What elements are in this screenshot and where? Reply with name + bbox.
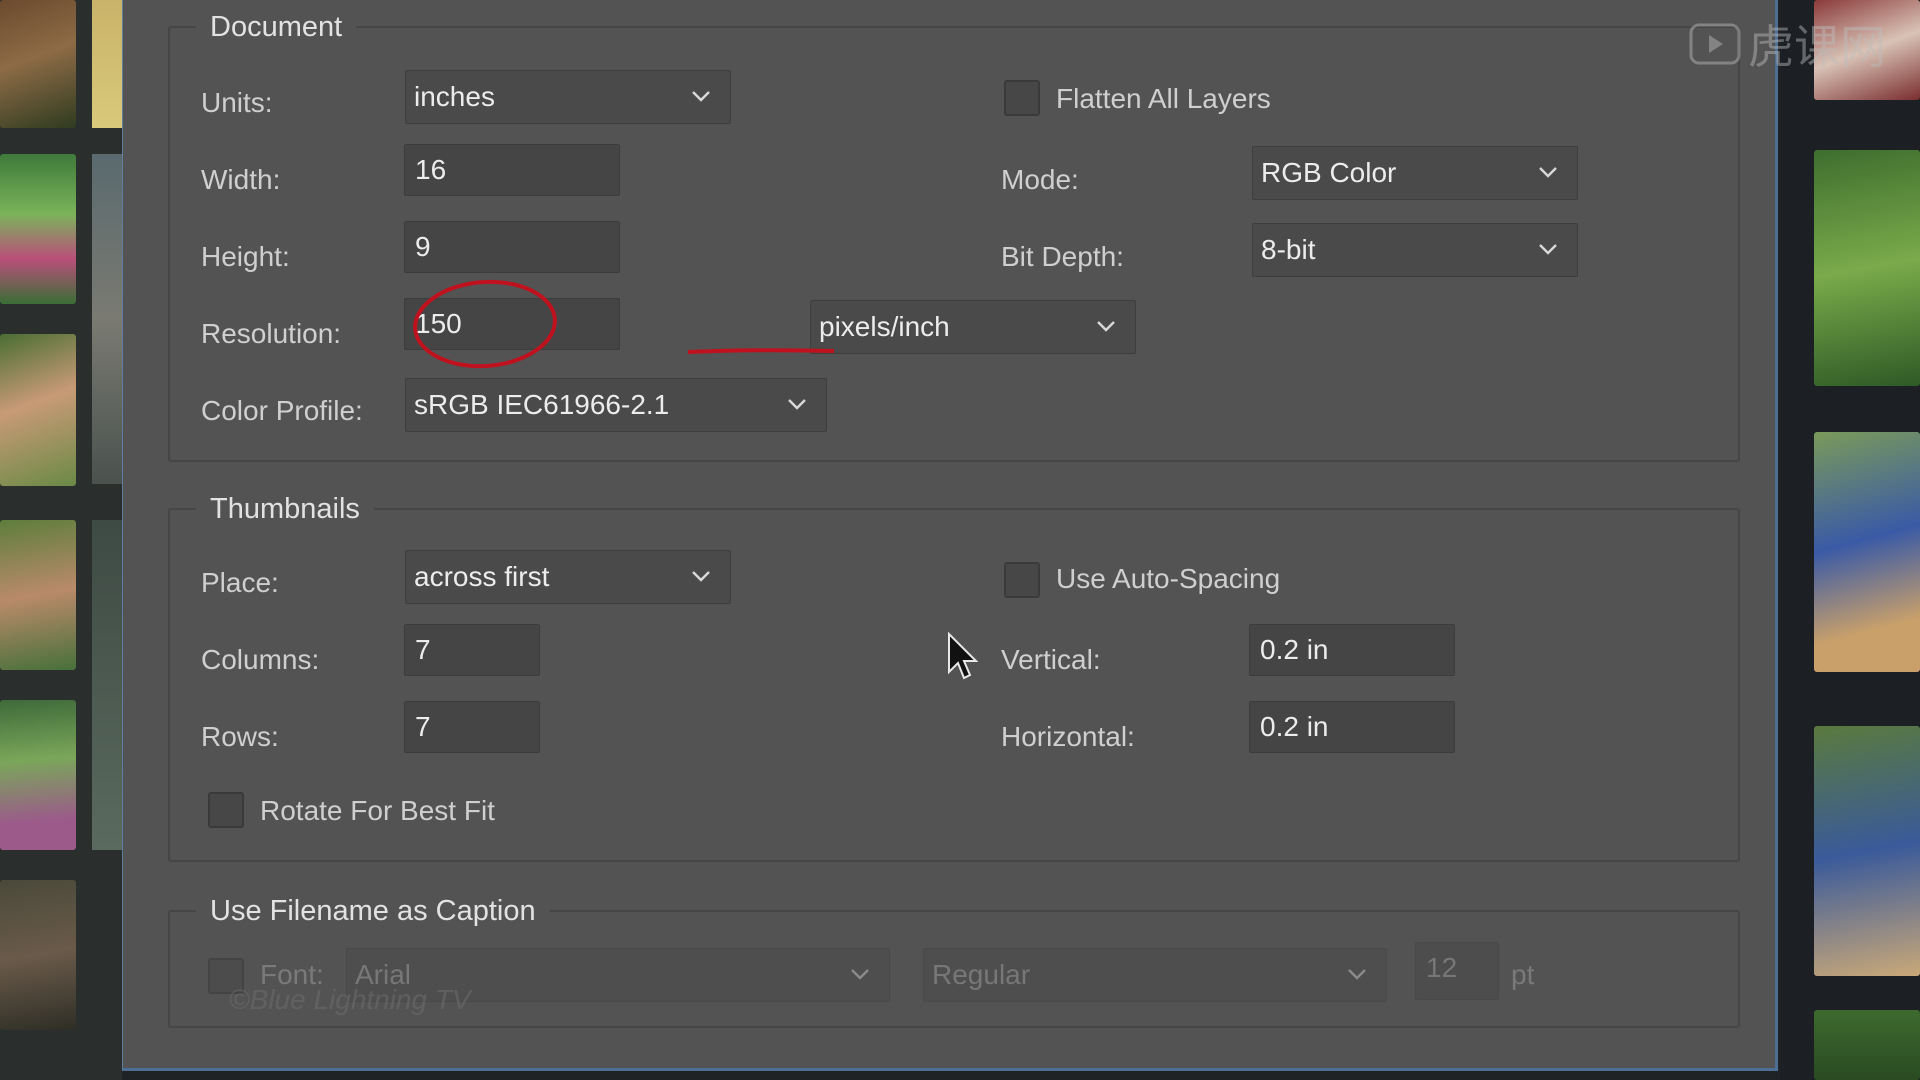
photo-tile [92,520,122,850]
font-size-unit: pt [1511,959,1535,990]
photo-tile [1814,1010,1920,1080]
credit-watermark: ©Blue Lightning TV [229,984,471,1015]
play-logo-icon [1689,23,1741,65]
mode-value: RGB Color [1261,157,1397,188]
document-group: Document Units: inches Width: 16 Height:… [168,10,1740,462]
chevron-down-icon [1537,238,1559,260]
units-label: Units: [201,87,273,118]
resolution-unit-value: pixels/inch [819,311,950,342]
vertical-input[interactable]: 0.2 in [1249,624,1455,676]
width-input[interactable]: 16 [404,144,620,196]
chevron-down-icon [1095,315,1117,337]
rotate-for-best-fit-label: Rotate For Best Fit [260,795,495,826]
photo-tile [1814,150,1920,386]
color-profile-value: sRGB IEC61966-2.1 [414,389,670,420]
width-label: Width: [201,164,281,195]
units-dropdown[interactable]: inches [405,70,731,124]
logo-text: 虎课网 [1748,20,1886,74]
thumbnails-group: Thumbnails Place: across first Columns: … [168,492,1740,862]
chevron-down-icon [690,565,712,587]
background-photo-strip-right [1780,0,1920,1080]
photo-tile [92,0,122,128]
columns-label: Columns: [201,644,320,675]
photo-tile [0,520,76,670]
flatten-all-layers-label: Flatten All Layers [1056,83,1271,114]
photo-tile [0,334,76,486]
photo-tile [0,880,76,1030]
chevron-down-icon [1537,161,1559,183]
photo-tile [0,0,76,128]
photo-tile [1814,432,1920,672]
photo-tile [92,154,122,484]
font-size-input[interactable]: 12 [1415,942,1499,1000]
color-profile-dropdown[interactable]: sRGB IEC61966-2.1 [405,378,827,432]
height-label: Height: [201,241,290,272]
resolution-input[interactable]: 150 [404,298,620,350]
units-value: inches [414,81,495,112]
thumbnails-legend: Thumbnails [196,492,374,526]
photo-tile [1814,726,1920,976]
horizontal-input[interactable]: 0.2 in [1249,701,1455,753]
mouse-cursor-icon [948,632,979,680]
horizontal-label: Horizontal: [1001,721,1135,752]
place-dropdown[interactable]: across first [405,550,731,604]
chevron-down-icon [1346,963,1368,985]
columns-input[interactable]: 7 [404,624,540,676]
chevron-down-icon [849,963,871,985]
use-auto-spacing-checkbox[interactable] [1004,562,1040,598]
mode-label: Mode: [1001,164,1079,195]
resolution-unit-dropdown[interactable]: pixels/inch [810,300,1136,354]
document-legend: Document [196,10,357,44]
caption-legend: Use Filename as Caption [196,894,550,928]
logo-watermark: 虎课网 [1688,16,1886,74]
place-label: Place: [201,567,279,598]
chevron-down-icon [786,393,808,415]
color-profile-label: Color Profile: [201,395,363,426]
photo-tile [0,154,76,304]
font-style-dropdown[interactable]: Regular [923,948,1387,1002]
flatten-all-layers-checkbox[interactable] [1004,80,1040,116]
resolution-label: Resolution: [201,318,342,349]
photo-tile [0,700,76,850]
vertical-label: Vertical: [1001,644,1101,675]
place-value: across first [414,561,550,592]
rows-input[interactable]: 7 [404,701,540,753]
bit-depth-value: 8-bit [1261,234,1316,265]
rows-label: Rows: [201,721,279,752]
mode-dropdown[interactable]: RGB Color [1252,146,1578,200]
font-style-value: Regular [932,959,1031,990]
use-auto-spacing-label: Use Auto-Spacing [1056,563,1281,594]
bit-depth-dropdown[interactable]: 8-bit [1252,223,1578,277]
height-input[interactable]: 9 [404,221,620,273]
background-photo-strip-left [0,0,122,1080]
contact-sheet-dialog: Document Units: inches Width: 16 Height:… [122,0,1778,1071]
rotate-for-best-fit-checkbox[interactable] [208,792,244,828]
chevron-down-icon [690,85,712,107]
bit-depth-label: Bit Depth: [1001,241,1124,272]
